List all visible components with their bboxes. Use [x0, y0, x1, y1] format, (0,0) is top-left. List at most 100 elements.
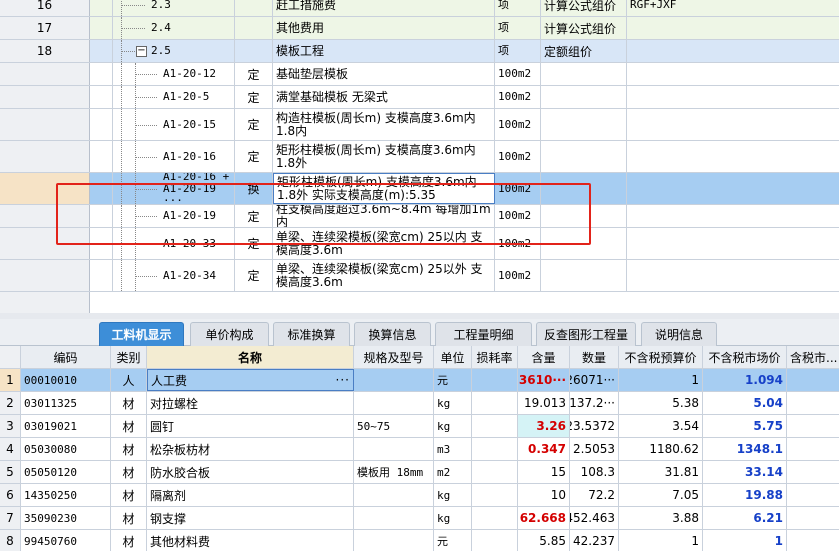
calc-base[interactable]: RGF+JXF [627, 0, 839, 16]
quota-name[interactable]: 矩形柱模板(周长m) 支模高度3.6m内 1.8外 [273, 141, 495, 172]
material-name[interactable]: 钢支撑 [147, 507, 354, 529]
quota-name[interactable]: 柱支模高度超过3.6m~8.4m 每增加1m内 [273, 205, 495, 227]
calc-base[interactable] [627, 141, 839, 172]
header-spec[interactable]: 规格及型号 [354, 346, 434, 368]
material-content[interactable]: 19.013 [518, 392, 570, 414]
budget-price[interactable]: 1 [619, 530, 703, 551]
material-amount[interactable]: 2.5053 [570, 438, 619, 460]
quota-row[interactable]: A1-20-16 定矩形柱模板(周长m) 支模高度3.6m内 1.8外 100m2 [0, 141, 839, 173]
quota-unit[interactable]: 100m2 [495, 86, 541, 108]
quota-code-cell[interactable]: A1-20-34 [113, 260, 235, 291]
pricing-method[interactable] [541, 173, 627, 204]
material-spec[interactable] [354, 484, 434, 506]
material-category[interactable]: 材 [111, 461, 147, 483]
material-category[interactable]: 材 [111, 438, 147, 460]
material-content[interactable]: 3610··· [518, 369, 570, 391]
market-price-tax[interactable]: 15 [787, 438, 839, 460]
material-code[interactable]: 00010010 [21, 369, 111, 391]
quota-unit[interactable]: 100m2 [495, 141, 541, 172]
quota-unit[interactable]: 100m2 [495, 63, 541, 85]
market-price[interactable]: 1 [703, 530, 787, 551]
material-row[interactable]: 1 00010010 人人工费 ··· 元 3610··· 26071··· 1 1.094 [0, 369, 839, 392]
material-row[interactable]: 5 05050120 材防水胶合板 模板用 18mm m2 15 108.3 31.81 33.… [0, 461, 839, 484]
material-row[interactable]: 8 99450760 材其他材料费元 5.85 42.237 1 1 [0, 530, 839, 551]
market-price-tax[interactable] [787, 461, 839, 483]
market-price[interactable]: 1348.1 [703, 438, 787, 460]
material-spec[interactable] [354, 369, 434, 391]
quota-unit[interactable]: 项 [495, 0, 541, 16]
material-name[interactable]: 防水胶合板 [147, 461, 354, 483]
row-index[interactable]: 3 [0, 415, 21, 437]
quota-name[interactable]: 矩形柱模板(周长m) 支模高度3.6m内 1.8外 实际支模高度(m):5.35 [273, 173, 495, 204]
quota-row[interactable]: 17 2.4 其他费用项计算公式组价 [0, 17, 839, 40]
row-number[interactable] [0, 205, 90, 227]
material-code[interactable]: 05030080 [21, 438, 111, 460]
budget-price[interactable]: 5.38 [619, 392, 703, 414]
quota-type[interactable]: 定 [235, 205, 273, 227]
pricing-method[interactable]: 计算公式组价 [541, 0, 627, 16]
pricing-method[interactable] [541, 141, 627, 172]
calc-base[interactable] [627, 260, 839, 291]
material-name[interactable]: 松杂板枋材 [147, 438, 354, 460]
material-spec[interactable] [354, 438, 434, 460]
quota-code-cell[interactable]: A1-20-5 [113, 86, 235, 108]
pricing-method[interactable] [541, 63, 627, 85]
row-number[interactable] [0, 173, 90, 204]
tab-0[interactable]: 工料机显示 [99, 322, 184, 346]
quota-type[interactable]: 换 [235, 173, 273, 204]
row-number[interactable] [0, 141, 90, 172]
quota-row[interactable]: A1-20-33 定单梁、连续梁模板(梁宽cm) 25以内 支模高度3.6m 100… [0, 228, 839, 260]
row-index[interactable]: 5 [0, 461, 21, 483]
row-number[interactable] [0, 109, 90, 140]
market-price-tax[interactable] [787, 507, 839, 529]
material-unit[interactable]: kg [434, 415, 472, 437]
quota-type[interactable] [235, 40, 273, 62]
material-category[interactable]: 材 [111, 392, 147, 414]
material-unit[interactable]: kg [434, 484, 472, 506]
material-row[interactable]: 3 03019021 材圆钉 50~75 kg 3.26 23.5372 3.54 5.75 [0, 415, 839, 438]
market-price[interactable]: 19.88 [703, 484, 787, 506]
row-number[interactable]: 18 [0, 40, 90, 62]
quota-type[interactable]: 定 [235, 86, 273, 108]
material-code[interactable]: 99450760 [21, 530, 111, 551]
pricing-method[interactable] [541, 205, 627, 227]
market-price-tax[interactable] [787, 415, 839, 437]
quota-code-cell[interactable]: A1-20-15 [113, 109, 235, 140]
material-row[interactable]: 2 03011325 材对拉螺栓 kg 19.013 137.2··· 5.38 5.04 [0, 392, 839, 415]
material-code[interactable]: 35090230 [21, 507, 111, 529]
quota-name[interactable]: 构造柱模板(周长m) 支模高度3.6m内 1.8内 [273, 109, 495, 140]
material-category[interactable]: 材 [111, 530, 147, 551]
material-loss-rate[interactable] [472, 438, 518, 460]
material-name[interactable]: 其他材料费 [147, 530, 354, 551]
material-row[interactable]: 4 05030080 材松杂板枋材 m3 0.347 2.5053 1180.62 1348.… [0, 438, 839, 461]
budget-price[interactable]: 7.05 [619, 484, 703, 506]
material-category[interactable]: 材 [111, 507, 147, 529]
material-name[interactable]: 圆钉 [147, 415, 354, 437]
material-unit[interactable]: m3 [434, 438, 472, 460]
quota-type[interactable]: 定 [235, 109, 273, 140]
calc-base[interactable] [627, 17, 839, 39]
quota-type[interactable] [235, 0, 273, 16]
material-amount[interactable]: 452.463 [570, 507, 619, 529]
material-amount[interactable]: 108.3 [570, 461, 619, 483]
row-number[interactable] [0, 228, 90, 259]
row-number[interactable]: 16 [0, 0, 90, 16]
material-code[interactable]: 03019021 [21, 415, 111, 437]
quota-code-cell[interactable]: −2.5 [113, 40, 235, 62]
quota-code-cell[interactable]: A1-20-19 [113, 205, 235, 227]
quota-row[interactable]: A1-20-5 定满堂基础模板 无梁式 100m2 [0, 86, 839, 109]
tab-4[interactable]: 工程量明细 [435, 322, 532, 346]
row-index[interactable]: 6 [0, 484, 21, 506]
quota-unit[interactable]: 100m2 [495, 109, 541, 140]
pricing-method[interactable] [541, 86, 627, 108]
material-code[interactable]: 14350250 [21, 484, 111, 506]
material-name[interactable]: 隔离剂 [147, 484, 354, 506]
header-budget-price[interactable]: 不含税预算价 [619, 346, 703, 368]
header-market-price-tax[interactable]: 含税市... [787, 346, 839, 368]
market-price[interactable]: 5.04 [703, 392, 787, 414]
market-price[interactable]: 33.14 [703, 461, 787, 483]
pricing-method[interactable] [541, 260, 627, 291]
quota-type[interactable] [235, 17, 273, 39]
calc-base[interactable] [627, 40, 839, 62]
market-price[interactable]: 1.094 [703, 369, 787, 391]
